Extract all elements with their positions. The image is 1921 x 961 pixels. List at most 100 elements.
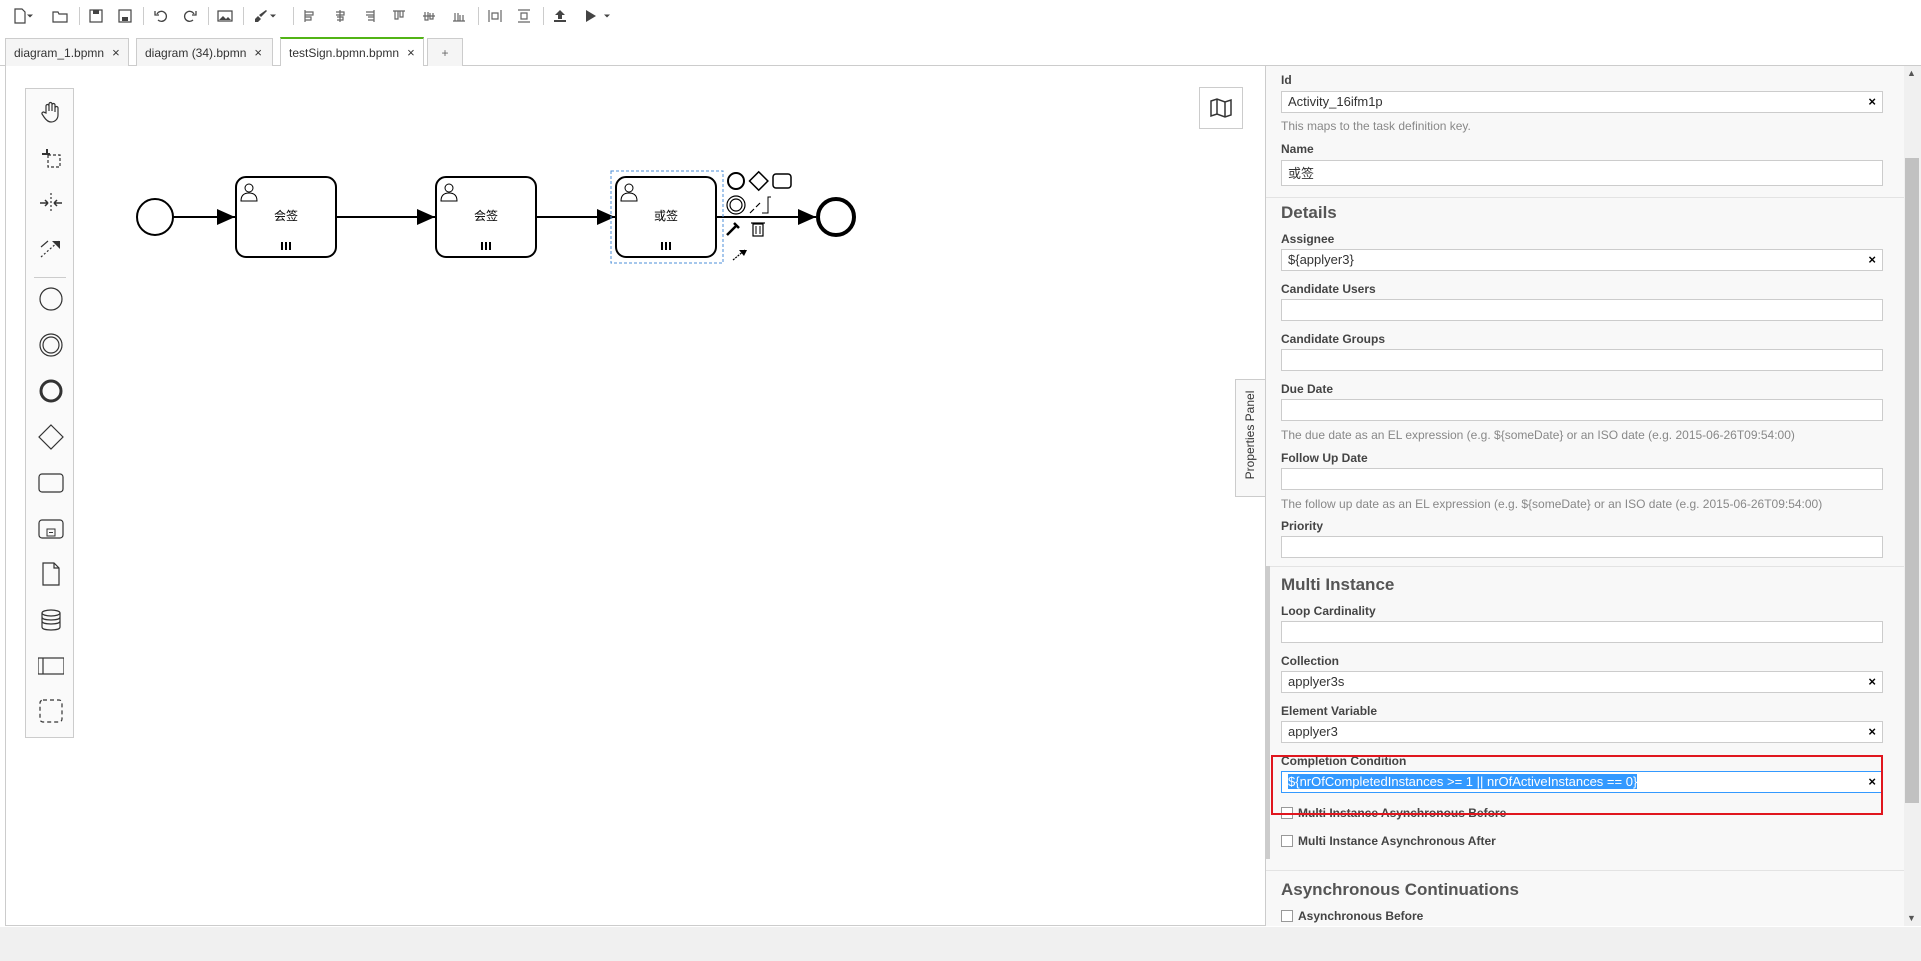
id-field[interactable]: Activity_16ifm1p × bbox=[1281, 91, 1883, 113]
brush-dropdown-icon[interactable] bbox=[267, 5, 279, 27]
checkbox-box[interactable] bbox=[1281, 835, 1293, 847]
append-gateway-icon[interactable] bbox=[748, 170, 769, 192]
loop-cardinality-label: Loop Cardinality bbox=[1281, 604, 1376, 618]
delete-icon[interactable] bbox=[751, 222, 765, 237]
distribute-vertical-icon[interactable] bbox=[512, 5, 536, 27]
due-date-field[interactable] bbox=[1281, 399, 1883, 421]
toolbar bbox=[0, 0, 1921, 34]
undo-icon[interactable] bbox=[149, 5, 173, 27]
task-label: 会签 bbox=[473, 209, 498, 223]
close-icon[interactable]: × bbox=[254, 45, 262, 60]
wrench-icon[interactable] bbox=[726, 222, 740, 236]
element-variable-field[interactable]: applyer3 × bbox=[1281, 721, 1883, 743]
clear-icon[interactable]: × bbox=[1868, 674, 1876, 689]
minimap-toggle-button[interactable] bbox=[1199, 87, 1243, 129]
mi-async-after-checkbox[interactable]: Multi Instance Asynchronous After bbox=[1281, 834, 1496, 848]
scroll-up-icon[interactable]: ▲ bbox=[1907, 68, 1916, 78]
data-object-icon[interactable] bbox=[38, 561, 64, 587]
id-value: Activity_16ifm1p bbox=[1288, 94, 1383, 109]
end-event-icon[interactable] bbox=[38, 378, 64, 404]
gateway-icon[interactable] bbox=[38, 424, 64, 450]
save-as-icon[interactable] bbox=[113, 5, 137, 27]
align-center-icon[interactable] bbox=[328, 5, 352, 27]
assignee-field[interactable]: ${applyer3} × bbox=[1281, 249, 1883, 271]
data-store-icon[interactable] bbox=[38, 607, 64, 633]
open-folder-icon[interactable] bbox=[48, 5, 72, 27]
annotation-bracket-icon[interactable] bbox=[762, 196, 771, 214]
text-annotation-icon[interactable] bbox=[749, 202, 761, 214]
start-event-icon[interactable] bbox=[38, 286, 64, 312]
bpmn-diagram bbox=[136, 170, 856, 264]
scroll-down-icon[interactable]: ▼ bbox=[1907, 913, 1916, 923]
tab-diagram-1[interactable]: diagram_1.bpmn × bbox=[5, 38, 129, 66]
properties-panel-toggle[interactable]: Properties Panel bbox=[1235, 379, 1265, 497]
append-intermediate-event-icon[interactable] bbox=[726, 195, 746, 215]
append-end-event-icon[interactable] bbox=[727, 172, 745, 190]
task-label: 会签 bbox=[273, 209, 298, 223]
parallel-multi-instance-icon bbox=[481, 242, 491, 250]
due-date-label: Due Date bbox=[1281, 382, 1334, 396]
run-icon[interactable] bbox=[578, 5, 602, 27]
task-label: 或签 bbox=[653, 209, 678, 223]
subprocess-icon[interactable] bbox=[38, 516, 64, 542]
global-connect-tool-icon[interactable] bbox=[38, 235, 64, 261]
group-icon[interactable] bbox=[38, 698, 64, 724]
tab-diagram-34[interactable]: diagram (34).bpmn × bbox=[136, 38, 273, 66]
diagram-canvas[interactable]: 会签 会签 或签 bbox=[6, 67, 1264, 925]
pool-icon[interactable] bbox=[38, 653, 64, 679]
element-variable-value: applyer3 bbox=[1288, 724, 1338, 739]
align-middle-icon[interactable] bbox=[417, 5, 441, 27]
start-event[interactable] bbox=[136, 198, 174, 236]
parallel-multi-instance-icon bbox=[281, 242, 291, 250]
new-dropdown-icon[interactable] bbox=[24, 5, 36, 27]
redo-icon[interactable] bbox=[178, 5, 202, 27]
name-field[interactable]: 或签 bbox=[1281, 160, 1883, 186]
name-value: 或签 bbox=[1288, 166, 1315, 181]
details-group-title: Details bbox=[1281, 203, 1337, 222]
async-continuations-group-title: Asynchronous Continuations bbox=[1281, 880, 1519, 899]
mi-async-after-label: Multi Instance Asynchronous After bbox=[1298, 834, 1496, 848]
collection-field[interactable]: applyer3s × bbox=[1281, 671, 1883, 693]
close-icon[interactable]: × bbox=[407, 45, 415, 60]
add-tab-button[interactable]: + bbox=[427, 38, 463, 66]
distribute-horizontal-icon[interactable] bbox=[483, 5, 507, 27]
multi-instance-group-title: Multi Instance bbox=[1281, 575, 1395, 594]
tab-testsign[interactable]: testSign.bpmn.bpmn × bbox=[280, 37, 424, 66]
loop-cardinality-field[interactable] bbox=[1281, 621, 1883, 643]
id-label: Id bbox=[1281, 73, 1292, 87]
follow-up-date-field[interactable] bbox=[1281, 468, 1883, 490]
align-top-icon[interactable] bbox=[387, 5, 411, 27]
checkbox-box[interactable] bbox=[1281, 910, 1293, 922]
end-event[interactable] bbox=[816, 197, 856, 237]
tab-label: diagram_1.bpmn bbox=[14, 45, 105, 60]
connect-icon[interactable] bbox=[732, 249, 747, 261]
element-variable-label: Element Variable bbox=[1281, 704, 1378, 718]
task-icon[interactable] bbox=[38, 470, 64, 496]
hand-tool-icon[interactable] bbox=[38, 99, 64, 125]
assignee-label: Assignee bbox=[1281, 232, 1335, 246]
candidate-users-field[interactable] bbox=[1281, 299, 1883, 321]
lasso-tool-icon[interactable] bbox=[38, 145, 64, 171]
align-left-icon[interactable] bbox=[298, 5, 322, 27]
candidate-groups-field[interactable] bbox=[1281, 349, 1883, 371]
context-pad bbox=[726, 170, 792, 261]
tab-label: diagram (34).bpmn bbox=[145, 45, 247, 60]
deploy-icon[interactable] bbox=[548, 5, 572, 27]
intermediate-event-icon[interactable] bbox=[38, 332, 64, 358]
run-dropdown-icon[interactable] bbox=[601, 5, 613, 27]
image-export-icon[interactable] bbox=[213, 5, 237, 27]
tool-palette bbox=[25, 88, 74, 738]
save-icon[interactable] bbox=[84, 5, 108, 27]
scroll-thumb[interactable] bbox=[1905, 158, 1919, 803]
async-before-checkbox[interactable]: Asynchronous Before bbox=[1281, 909, 1423, 923]
clear-icon[interactable]: × bbox=[1868, 724, 1876, 739]
priority-field[interactable] bbox=[1281, 536, 1883, 558]
clear-icon[interactable]: × bbox=[1868, 252, 1876, 267]
append-task-icon[interactable] bbox=[772, 173, 792, 189]
clear-icon[interactable]: × bbox=[1868, 94, 1876, 109]
align-right-icon[interactable] bbox=[357, 5, 381, 27]
align-bottom-icon[interactable] bbox=[447, 5, 471, 27]
space-tool-icon[interactable] bbox=[38, 190, 64, 216]
close-icon[interactable]: × bbox=[112, 45, 120, 60]
properties-scrollbar[interactable]: ▲ ▼ bbox=[1904, 66, 1921, 926]
